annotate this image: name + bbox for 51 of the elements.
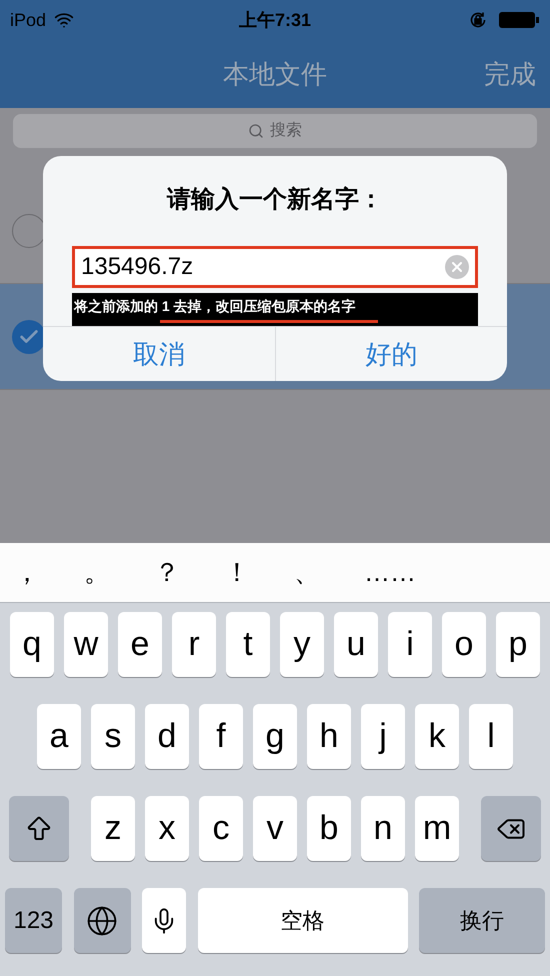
numbers-key[interactable]: 123 [5, 888, 62, 953]
candidate-word[interactable]: ！ [224, 553, 294, 592]
letter-key[interactable]: i [388, 612, 432, 677]
name-input[interactable]: 135496.7z [72, 246, 478, 288]
letter-key[interactable]: k [415, 704, 459, 769]
nav-title: 本地文件 [223, 58, 327, 90]
space-key[interactable]: 空格 [198, 888, 408, 953]
candidate-word[interactable]: ， [14, 553, 84, 592]
dialog-button[interactable]: 好的 [274, 327, 507, 381]
letter-key[interactable]: d [145, 704, 189, 769]
return-key[interactable]: 换行 [419, 888, 545, 953]
letter-key[interactable]: l [469, 704, 513, 769]
candidate-word[interactable]: …… [364, 553, 434, 592]
letter-key[interactable]: x [145, 796, 189, 861]
search-icon [248, 123, 264, 139]
globe-icon [86, 904, 118, 936]
letter-key[interactable]: p [496, 612, 540, 677]
rotation-lock-icon [468, 10, 488, 30]
letter-key[interactable]: s [91, 704, 135, 769]
candidate-word[interactable]: 。 [84, 553, 154, 592]
letter-key[interactable]: o [442, 612, 486, 677]
microphone-key[interactable] [142, 888, 186, 953]
backspace-key[interactable] [481, 796, 541, 861]
globe-key[interactable] [74, 888, 130, 953]
letter-key[interactable]: r [172, 612, 216, 677]
letter-key[interactable]: e [118, 612, 162, 677]
letter-key[interactable]: j [361, 704, 405, 769]
annotation-text: 将之前添加的 1 去掉，改回压缩包原本的名字 [74, 297, 356, 316]
letter-key[interactable]: q [10, 612, 54, 677]
letter-key[interactable]: f [199, 704, 243, 769]
letter-key[interactable]: n [361, 796, 405, 861]
letter-key[interactable]: m [415, 796, 459, 861]
candidate-word[interactable]: 、 [294, 553, 364, 592]
battery-icon [498, 11, 540, 29]
letter-key[interactable]: b [307, 796, 351, 861]
letter-key[interactable]: z [91, 796, 135, 861]
letter-key[interactable]: y [280, 612, 324, 677]
dialog-title: 请输入一个新名字： [167, 185, 383, 215]
letter-key[interactable]: w [64, 612, 108, 677]
letter-key[interactable]: t [226, 612, 270, 677]
letter-key[interactable]: v [253, 796, 297, 861]
letter-key[interactable]: h [307, 704, 351, 769]
letter-key[interactable]: u [334, 612, 378, 677]
letter-key[interactable]: a [37, 704, 81, 769]
candidate-word[interactable]: ？ [154, 553, 224, 592]
status-time: 上午7:31 [238, 8, 312, 32]
letter-key[interactable]: g [253, 704, 297, 769]
shift-key[interactable] [9, 796, 69, 861]
carrier-label: iPod [10, 8, 46, 32]
dialog-button[interactable]: 取消 [43, 327, 274, 381]
letter-key[interactable]: c [199, 796, 243, 861]
